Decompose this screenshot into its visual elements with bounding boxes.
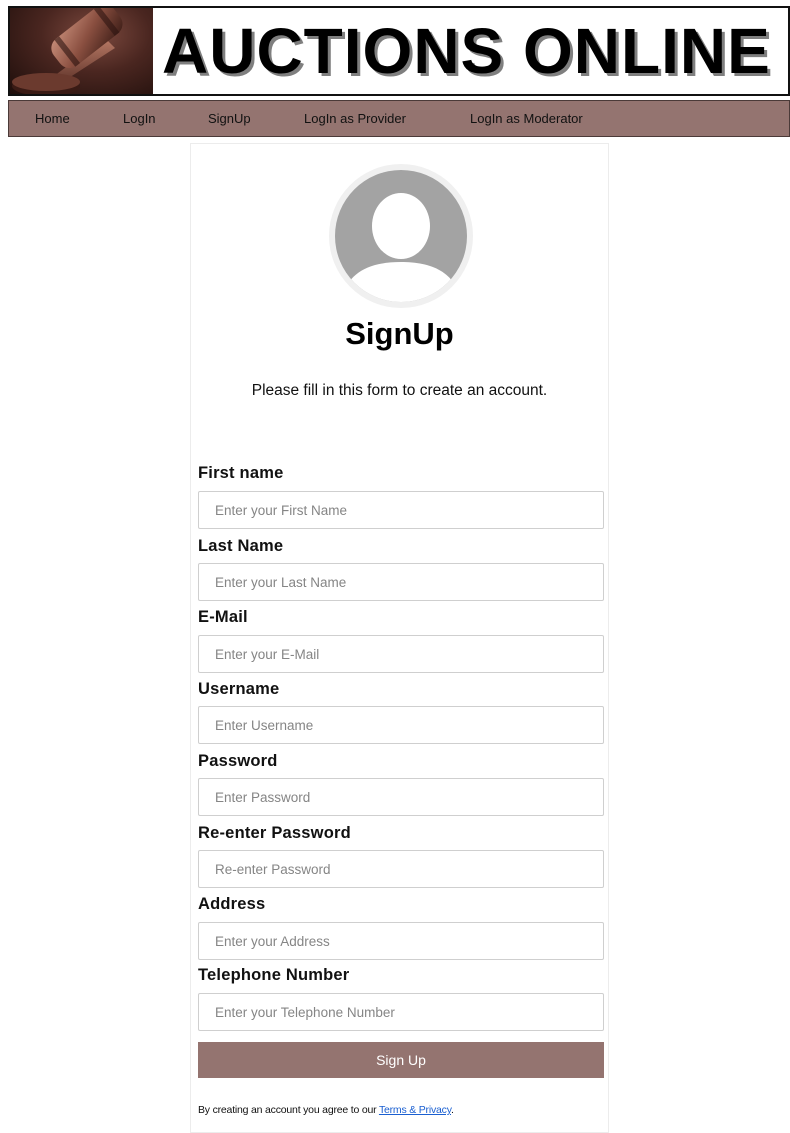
- password-input[interactable]: [198, 778, 604, 816]
- email-input[interactable]: [198, 635, 604, 673]
- gavel-icon: [10, 8, 153, 94]
- first-name-input[interactable]: [198, 491, 604, 529]
- terms-suffix: .: [451, 1104, 454, 1116]
- sign-up-button[interactable]: Sign Up: [198, 1042, 604, 1078]
- telephone-input[interactable]: [198, 993, 604, 1031]
- signup-form-panel: SignUp Please fill in this form to creat…: [190, 143, 609, 1133]
- nav-home[interactable]: Home: [35, 101, 70, 136]
- site-header: AUCTIONS ONLINE: [8, 6, 790, 96]
- address-label: Address: [198, 895, 266, 913]
- terms-privacy-link[interactable]: Terms & Privacy: [379, 1104, 451, 1116]
- last-name-label: Last Name: [198, 537, 284, 555]
- address-input[interactable]: [198, 922, 604, 960]
- nav-signup[interactable]: SignUp: [208, 101, 251, 136]
- nav-login-provider[interactable]: LogIn as Provider: [304, 101, 406, 136]
- password-label: Password: [198, 752, 278, 770]
- nav-login[interactable]: LogIn: [123, 101, 156, 136]
- terms-prefix: By creating an account you agree to our: [198, 1104, 379, 1116]
- main-navbar: Home LogIn SignUp LogIn as Provider LogI…: [8, 100, 790, 137]
- username-label: Username: [198, 680, 280, 698]
- form-title: SignUp: [345, 316, 454, 351]
- form-subtitle: Please fill in this form to create an ac…: [251, 382, 548, 399]
- last-name-input[interactable]: [198, 563, 604, 601]
- user-avatar-icon: [319, 164, 483, 308]
- nav-login-moderator[interactable]: LogIn as Moderator: [470, 101, 583, 136]
- telephone-label: Telephone Number: [198, 966, 350, 984]
- reenter-password-input[interactable]: [198, 850, 604, 888]
- site-title: AUCTIONS ONLINE: [162, 15, 771, 87]
- first-name-label: First name: [198, 464, 284, 482]
- email-label: E-Mail: [198, 608, 248, 626]
- username-input[interactable]: [198, 706, 604, 744]
- reenter-password-label: Re-enter Password: [198, 824, 351, 842]
- terms-notice: By creating an account you agree to our …: [198, 1104, 454, 1116]
